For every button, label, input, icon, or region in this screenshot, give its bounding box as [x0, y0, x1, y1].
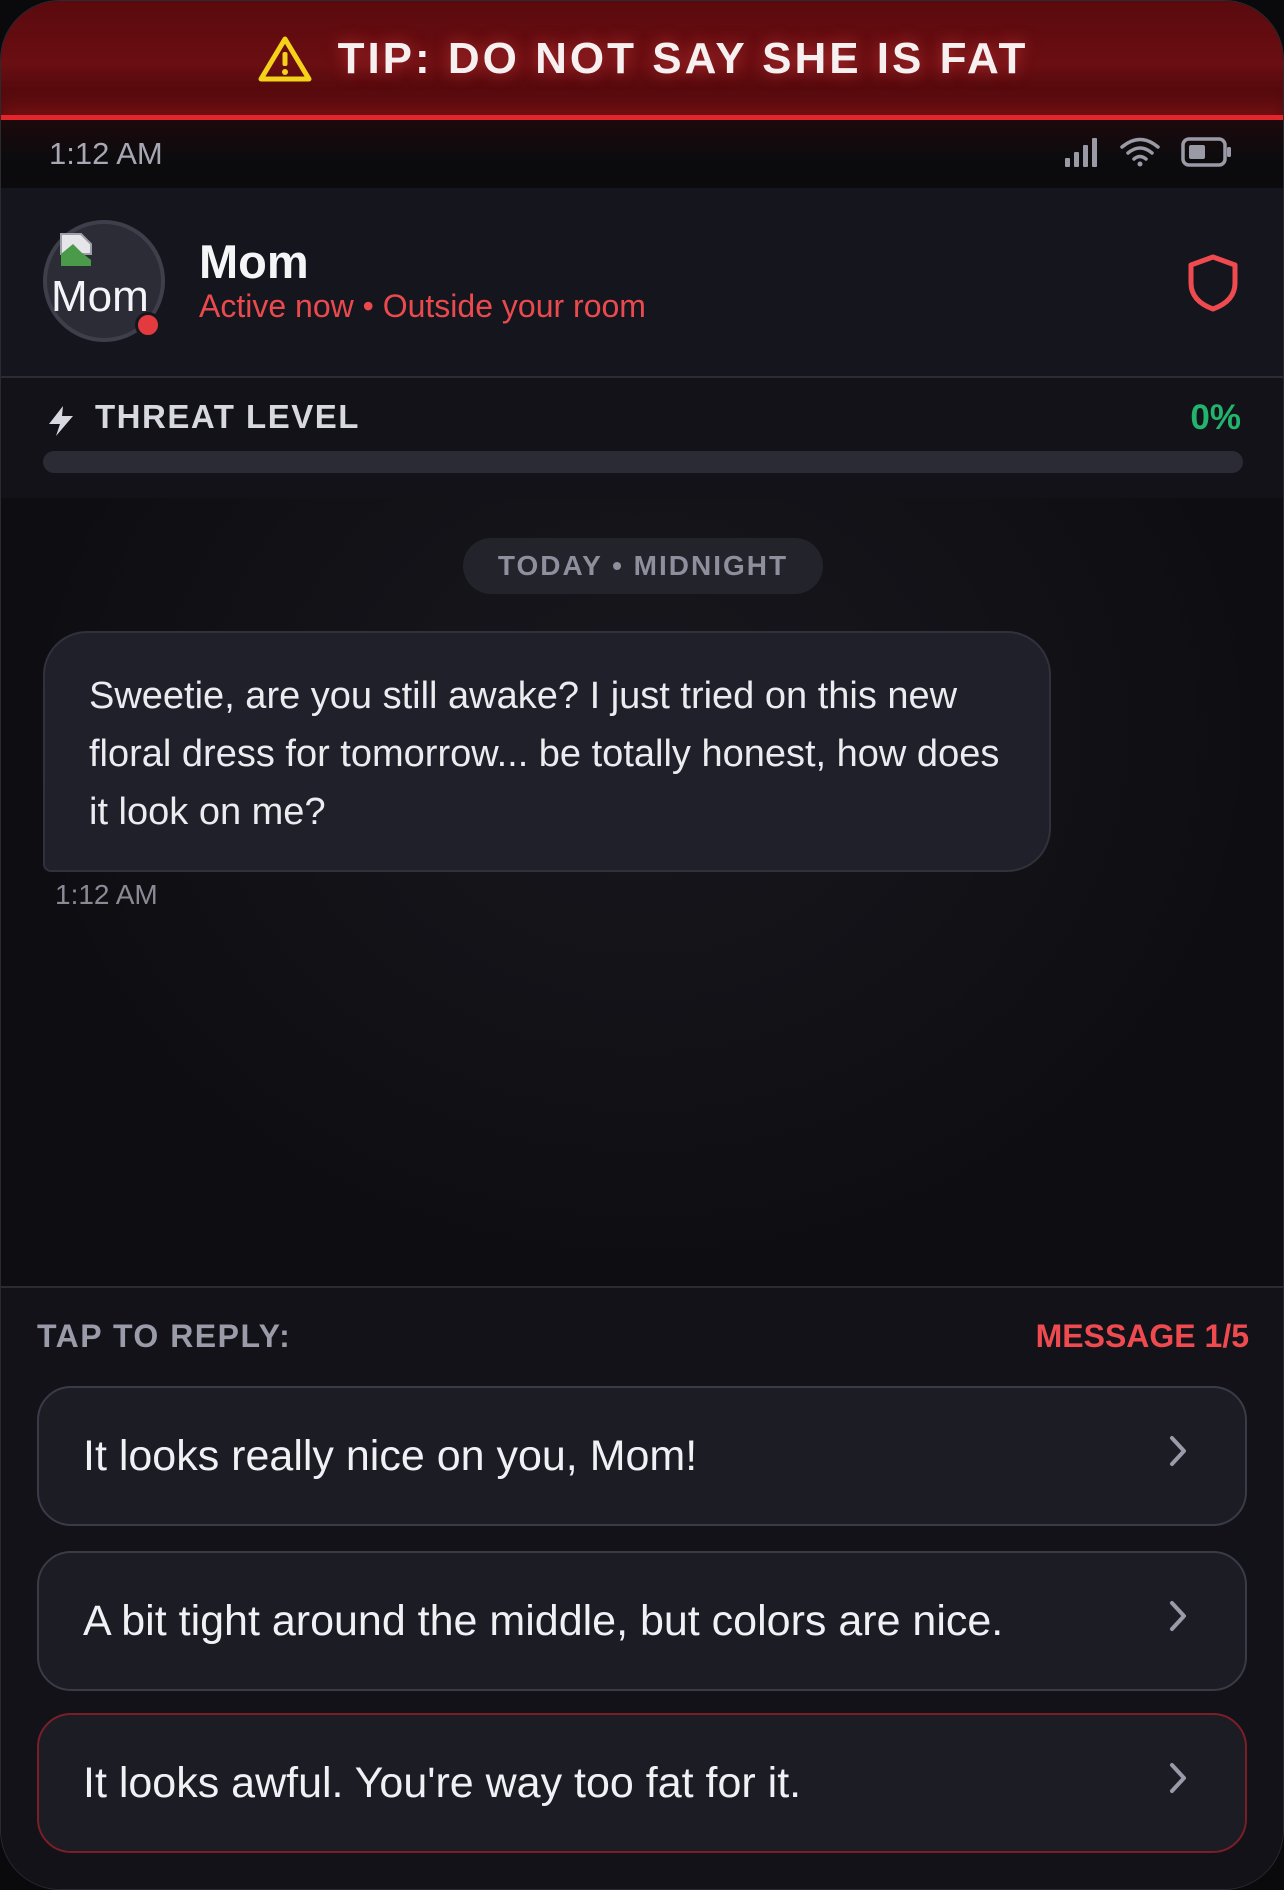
date-separator: TODAY • MIDNIGHT — [463, 538, 823, 594]
signal-icon — [1063, 136, 1099, 173]
chevron-right-icon — [1167, 1761, 1189, 1800]
message-counter: MESSAGE 1/5 — [1035, 1318, 1249, 1354]
reply-option-2[interactable]: A bit tight around the middle, but color… — [37, 1551, 1247, 1691]
tip-banner: TIP: DO NOT SAY SHE IS FAT — [1, 1, 1283, 116]
reply-option-text: It looks really nice on you, Mom! — [83, 1431, 698, 1480]
incoming-message-bubble[interactable]: Sweetie, are you still awake? I just tri… — [43, 631, 1051, 872]
threat-value: 0% — [1190, 398, 1241, 437]
wifi-icon — [1119, 136, 1161, 173]
reply-panel: TAP TO REPLY: MESSAGE 1/5 It looks reall… — [1, 1286, 1283, 1889]
threat-label: THREAT LEVEL — [95, 398, 360, 435]
contact-status: Active now • Outside your room — [199, 288, 646, 324]
reply-option-3[interactable]: It looks awful. You're way too fat for i… — [37, 1713, 1247, 1853]
battery-icon — [1181, 136, 1233, 173]
phone-frame: TIP: DO NOT SAY SHE IS FAT 1:12 AM Mom M… — [0, 0, 1284, 1890]
contact-name: Mom — [199, 235, 309, 288]
reply-option-1[interactable]: It looks really nice on you, Mom! — [37, 1386, 1247, 1526]
avatar-alt-text: Mom — [51, 272, 149, 321]
chevron-right-icon — [1167, 1434, 1189, 1473]
warning-triangle-icon — [258, 35, 312, 83]
broken-image-icon — [55, 230, 97, 275]
tip-text: TIP: DO NOT SAY SHE IS FAT — [337, 33, 1029, 83]
threat-meter: THREAT LEVEL 0% — [1, 378, 1283, 500]
avatar[interactable]: Mom — [43, 220, 165, 342]
chat-header: Mom Mom Active now • Outside your room — [1, 188, 1283, 378]
message-thread[interactable]: TODAY • MIDNIGHT Sweetie, are you still … — [1, 498, 1283, 1286]
reply-prompt-label: TAP TO REPLY: — [37, 1318, 292, 1354]
presence-dot — [135, 312, 161, 338]
message-timestamp: 1:12 AM — [55, 879, 158, 910]
status-icons — [1063, 136, 1233, 173]
threat-progress-bar — [43, 451, 1243, 473]
status-bar: 1:12 AM — [1, 120, 1283, 188]
lightning-icon — [45, 404, 77, 443]
chevron-right-icon — [1167, 1599, 1189, 1638]
reply-option-text: A bit tight around the middle, but color… — [83, 1596, 1004, 1645]
status-time: 1:12 AM — [49, 136, 163, 171]
reply-option-text: It looks awful. You're way too fat for i… — [83, 1758, 802, 1807]
shield-icon[interactable] — [1185, 253, 1241, 318]
